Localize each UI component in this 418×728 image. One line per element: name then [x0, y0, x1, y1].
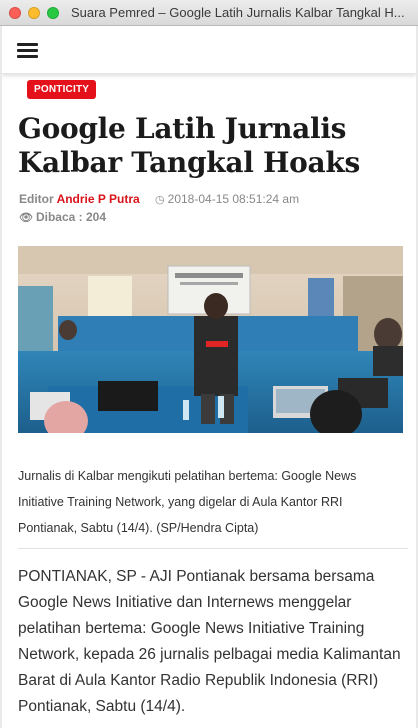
editor-name-link[interactable]: Andrie P Putra	[57, 192, 140, 206]
top-navbar	[2, 26, 416, 74]
caption-line: Initiative Training Network, yang digela…	[18, 495, 343, 509]
caption-divider	[18, 548, 408, 549]
hamburger-menu-icon[interactable]	[17, 43, 38, 58]
category-badge[interactable]: PONTICITY	[27, 80, 97, 99]
window-titlebar: Suara Pemred – Google Latih Jurnalis Kal…	[0, 0, 418, 26]
photo-caption: Jurnalis di Kalbar mengikuti pelatihan b…	[18, 463, 408, 541]
body-line: Google News Initiative dan Internews men…	[18, 594, 352, 611]
body-line: Pontianak, Sabtu (14/4).	[18, 698, 186, 715]
body-line: pelatihan bertema: Google News Initiativ…	[18, 620, 365, 637]
publish-date: ◷ 2018-04-15 08:51:24 am	[155, 192, 299, 206]
caption-line: Pontianak, Sabtu (14/4). (SP/Hendra Cipt…	[18, 521, 259, 535]
article-meta: Editor Andrie P Putra ◷ 2018-04-15 08:51:…	[19, 192, 299, 206]
article-page[interactable]: PONTICITY Google Latih Jurnalis Kalbar T…	[2, 26, 416, 728]
body-line: Network, kepada 26 jurnalis pelbagai med…	[18, 646, 401, 663]
view-count-text: Dibaca : 204	[35, 210, 107, 224]
body-line: PONTIANAK, SP - AJI Pontianak bersama be…	[18, 568, 375, 585]
article-body: PONTIANAK, SP - AJI Pontianak bersama be…	[18, 564, 413, 720]
eye-icon: 👁	[19, 212, 33, 224]
browser-viewport: PONTICITY Google Latih Jurnalis Kalbar T…	[0, 26, 418, 728]
view-count: 👁 Dibaca : 204	[19, 210, 106, 224]
close-window-button[interactable]	[9, 6, 21, 19]
publish-datetime: 2018-04-15 08:51:24 am	[167, 192, 300, 206]
article-headline: Google Latih Jurnalis Kalbar Tangkal Hoa…	[18, 112, 360, 179]
caption-line: Jurnalis di Kalbar mengikuti pelatihan b…	[18, 469, 357, 483]
zoom-window-button[interactable]	[47, 6, 59, 19]
window-controls	[9, 6, 59, 19]
window-title: Suara Pemred – Google Latih Jurnalis Kal…	[71, 5, 405, 20]
editor-label: Editor	[19, 192, 54, 206]
body-line: Barat di Aula Kantor Radio Republik Indo…	[18, 672, 379, 689]
minimize-window-button[interactable]	[28, 6, 40, 19]
article-photo	[18, 246, 403, 433]
training-room-photo	[18, 246, 403, 433]
clock-icon: ◷	[155, 194, 165, 206]
